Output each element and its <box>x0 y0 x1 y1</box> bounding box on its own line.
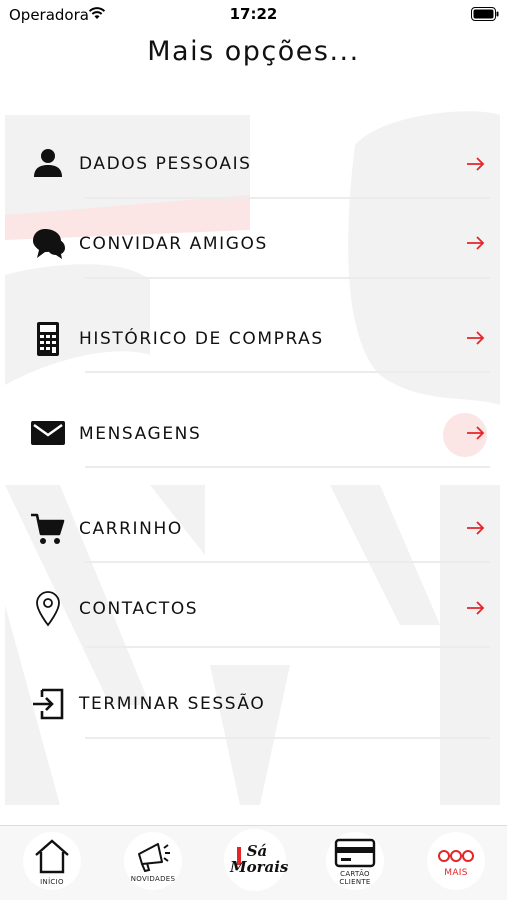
status-time: 17:22 <box>229 5 278 23</box>
tab-client-card[interactable]: CARTÃO CLIENTE <box>326 832 384 890</box>
tab-home[interactable]: INÍCIO <box>23 832 81 890</box>
bottom-tab-bar: INÍCIO NOVIDADES Sá Morais CARTÃO CLIENT… <box>0 825 507 900</box>
menu-item-label: DADOS PESSOAIS <box>79 154 252 174</box>
menu-divider <box>85 466 490 468</box>
menu-item-contacts[interactable]: CONTACTOS <box>0 579 507 648</box>
tab-label-line2: CLIENTE <box>339 878 371 886</box>
arrow-right-icon <box>467 331 485 345</box>
chat-bubbles-icon <box>33 229 65 259</box>
envelope-icon <box>31 421 65 445</box>
calculator-icon <box>37 322 59 356</box>
user-icon <box>34 149 62 177</box>
menu-item-cart[interactable]: CARRINHO <box>0 499 507 563</box>
megaphone-icon <box>138 843 170 872</box>
menu-item-personal-data[interactable]: DADOS PESSOAIS <box>0 134 507 199</box>
tab-brand-logo[interactable]: Sá Morais <box>224 829 289 891</box>
tab-label: INÍCIO <box>40 878 64 886</box>
menu-divider <box>85 197 490 199</box>
menu-item-label: CARRINHO <box>79 519 183 539</box>
home-icon <box>35 839 69 874</box>
page-title: Mais opções... <box>147 36 360 67</box>
arrow-right-icon <box>467 236 485 250</box>
tab-label-line1: CARTÃO <box>340 870 370 878</box>
menu-item-label: MENSAGENS <box>79 424 202 444</box>
cart-icon <box>31 513 65 544</box>
brand-logo: Sá Morais <box>230 842 289 876</box>
menu-item-label: HISTÓRICO DE COMPRAS <box>79 329 324 349</box>
arrow-right-icon <box>467 521 485 535</box>
menu-divider <box>85 646 490 648</box>
menu-item-label: CONVIDAR AMIGOS <box>79 234 268 254</box>
status-bar: Operadora 17:22 <box>0 0 507 28</box>
menu-item-invite-friends[interactable]: CONVIDAR AMIGOS <box>0 214 507 279</box>
more-icon <box>438 850 474 862</box>
menu-divider <box>85 561 490 563</box>
card-icon <box>334 838 376 868</box>
arrow-right-icon <box>467 157 485 171</box>
tab-label: MAIS <box>444 868 468 878</box>
tab-news[interactable]: NOVIDADES <box>124 832 182 890</box>
menu-divider <box>85 737 490 739</box>
location-pin-icon <box>36 591 60 627</box>
menu-item-logout[interactable]: TERMINAR SESSÃO <box>0 674 507 739</box>
menu-item-purchase-history[interactable]: HISTÓRICO DE COMPRAS <box>0 309 507 373</box>
battery-icon <box>471 7 499 21</box>
tab-more[interactable]: MAIS <box>427 832 485 890</box>
menu-item-label: CONTACTOS <box>79 599 199 619</box>
menu-item-messages[interactable]: MENSAGENS <box>0 404 507 468</box>
arrow-right-icon <box>467 426 485 440</box>
logout-icon <box>33 688 64 720</box>
menu-divider <box>85 371 490 373</box>
arrow-right-icon <box>467 601 485 615</box>
menu-item-label: TERMINAR SESSÃO <box>79 694 266 714</box>
menu-divider <box>85 277 490 279</box>
tab-label: NOVIDADES <box>130 875 176 883</box>
